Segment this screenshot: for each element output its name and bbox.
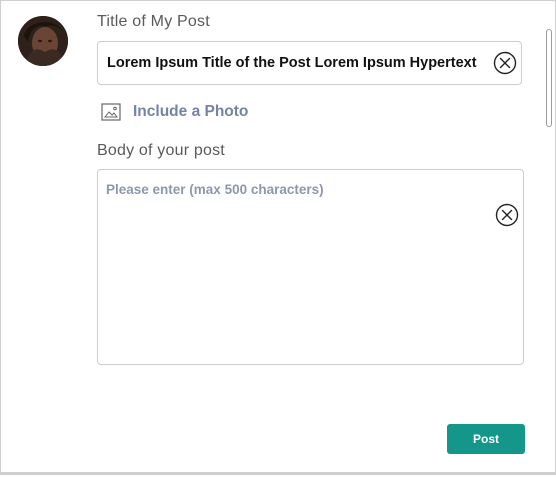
include-photo-button[interactable]: Include a Photo [101,102,248,122]
include-photo-label[interactable]: Include a Photo [133,103,248,121]
scrollbar[interactable] [543,1,555,472]
post-button[interactable]: Post [447,424,525,454]
create-post-panel: Title of My Post Lorem Ipsum Title of th… [0,0,556,475]
title-field[interactable]: Lorem Ipsum Title of the Post Lorem Ipsu… [97,41,522,85]
body-field[interactable] [97,169,524,365]
body-textarea[interactable] [106,182,486,352]
clear-body-icon[interactable] [495,203,519,227]
clear-title-icon[interactable] [493,51,517,75]
image-icon [101,102,121,122]
scrollbar-thumb[interactable] [546,29,552,127]
title-input-value[interactable]: Lorem Ipsum Title of the Post Lorem Ipsu… [107,55,477,71]
avatar-image [18,16,68,66]
body-label: Body of your post [97,142,225,159]
avatar [18,16,68,66]
title-label: Title of My Post [97,13,210,30]
